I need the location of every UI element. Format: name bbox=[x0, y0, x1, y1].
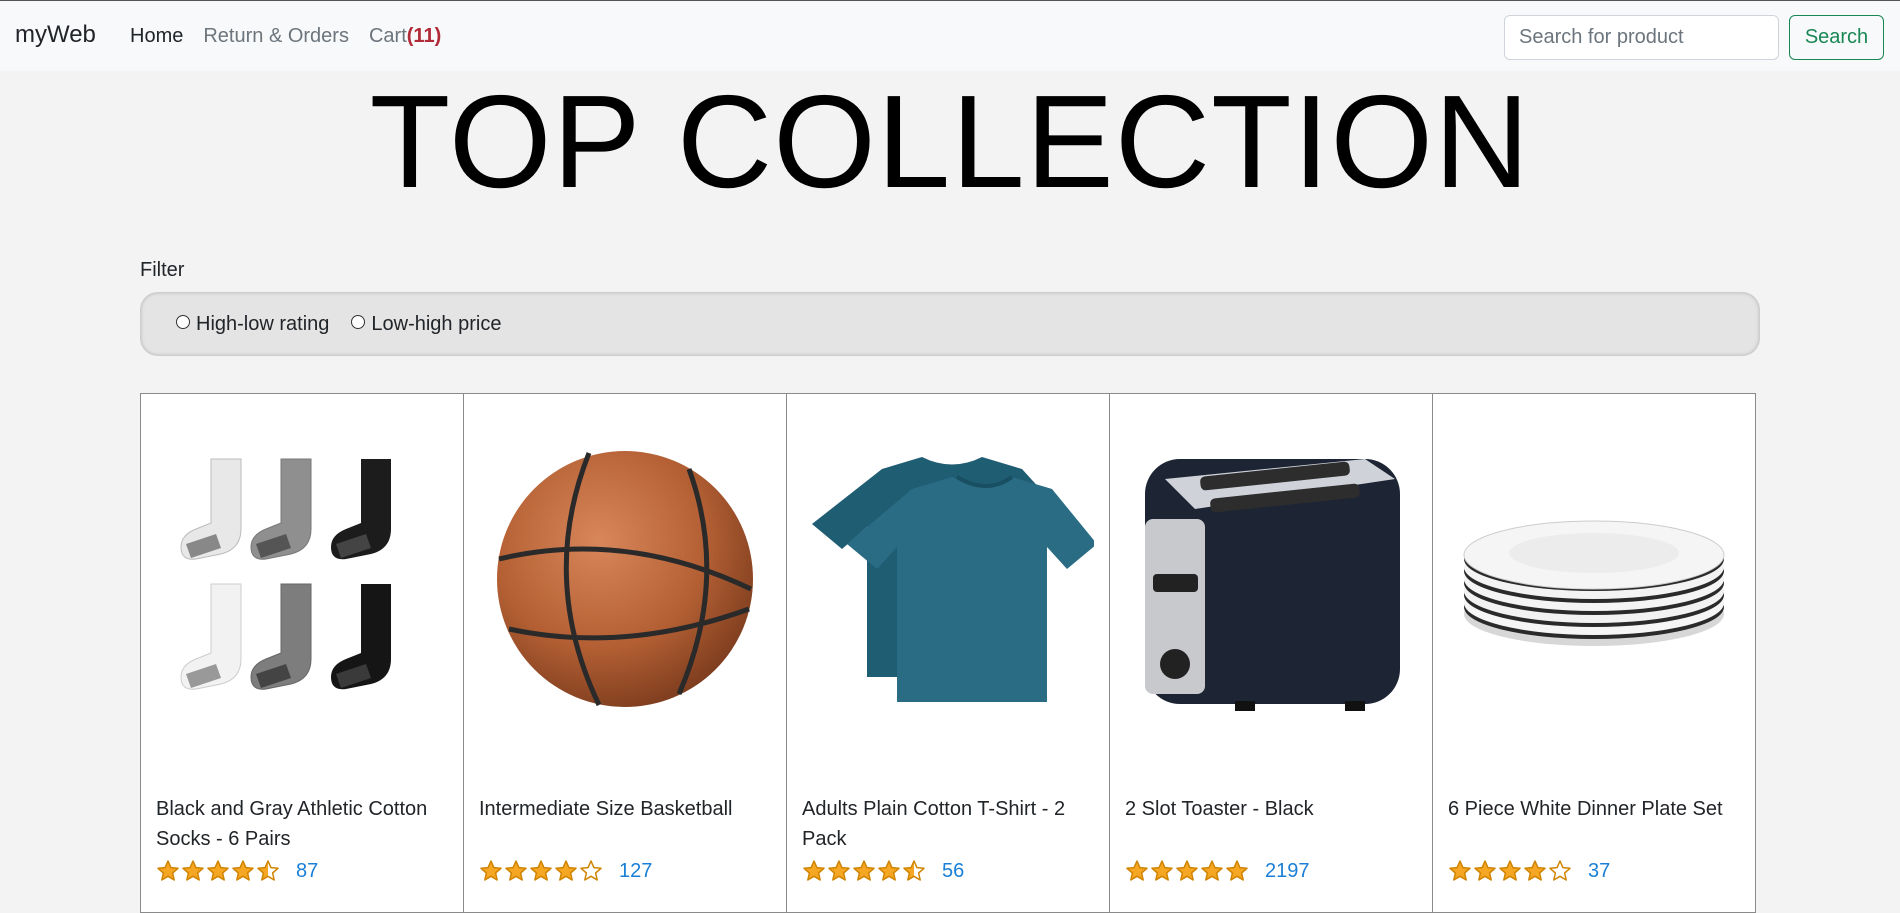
product-rating: 2197 bbox=[1125, 859, 1310, 883]
plates-image bbox=[1463, 520, 1725, 646]
page-title: TOP COLLECTION bbox=[369, 68, 1531, 215]
rating-stars bbox=[156, 859, 280, 883]
star-full-icon bbox=[232, 860, 254, 881]
product-image-plates[interactable] bbox=[1448, 439, 1740, 714]
star-empty-icon bbox=[1549, 860, 1571, 881]
toaster-image bbox=[1145, 459, 1400, 711]
product-title[interactable]: 2 Slot Toaster - Black bbox=[1125, 794, 1420, 824]
star-half-icon bbox=[903, 860, 925, 881]
cart-count-badge: (11) bbox=[406, 25, 442, 47]
rating-stars bbox=[1448, 859, 1572, 883]
star-full-icon bbox=[157, 860, 179, 881]
product-title[interactable]: Adults Plain Cotton T-Shirt - 2 Pack bbox=[802, 794, 1097, 854]
star-full-icon bbox=[1226, 860, 1248, 881]
star-full-icon bbox=[182, 860, 204, 881]
filter-option-high-low-rating[interactable]: High-low rating bbox=[176, 313, 329, 336]
product-image-socks[interactable] bbox=[156, 439, 448, 714]
product-rating: 127 bbox=[479, 859, 652, 883]
filter-bar: High-low rating Low-high price bbox=[140, 292, 1760, 356]
product-title[interactable]: 6 Piece White Dinner Plate Set bbox=[1448, 794, 1743, 824]
star-full-icon bbox=[555, 860, 577, 881]
tshirt-image bbox=[812, 457, 1094, 702]
star-full-icon bbox=[878, 860, 900, 881]
radio-button[interactable] bbox=[176, 315, 190, 329]
filter-label: Filter bbox=[140, 259, 185, 281]
product-grid: Black and Gray Athletic Cotton Socks - 6… bbox=[140, 393, 1760, 913]
star-full-icon bbox=[803, 860, 825, 881]
star-full-icon bbox=[1151, 860, 1173, 881]
rating-stars bbox=[1125, 859, 1249, 883]
product-rating: 37 bbox=[1448, 859, 1610, 883]
review-count-link[interactable]: 37 bbox=[1588, 860, 1610, 883]
product-image-basketball[interactable] bbox=[479, 439, 771, 714]
star-full-icon bbox=[828, 860, 850, 881]
star-full-icon bbox=[480, 860, 502, 881]
star-full-icon bbox=[1201, 860, 1223, 881]
nav-link-home[interactable]: Home bbox=[130, 25, 183, 48]
product-image-toaster[interactable] bbox=[1125, 439, 1417, 714]
product-rating: 56 bbox=[802, 859, 964, 883]
star-full-icon bbox=[1449, 860, 1471, 881]
product-card[interactable]: 2 Slot Toaster - Black 2197 bbox=[1109, 393, 1433, 913]
product-card[interactable]: Intermediate Size Basketball 127 bbox=[463, 393, 787, 913]
star-full-icon bbox=[207, 860, 229, 881]
filter-option-low-high-price[interactable]: Low-high price bbox=[351, 313, 501, 336]
socks-image bbox=[180, 458, 391, 690]
product-title[interactable]: Intermediate Size Basketball bbox=[479, 794, 774, 824]
filter-option-label: Low-high price bbox=[371, 312, 502, 335]
star-full-icon bbox=[1499, 860, 1521, 881]
star-full-icon bbox=[1474, 860, 1496, 881]
product-image-tshirt[interactable] bbox=[802, 439, 1094, 714]
review-count-link[interactable]: 87 bbox=[296, 860, 318, 883]
product-card[interactable]: Black and Gray Athletic Cotton Socks - 6… bbox=[140, 393, 464, 913]
star-full-icon bbox=[1524, 860, 1546, 881]
product-card[interactable]: 6 Piece White Dinner Plate Set 37 bbox=[1432, 393, 1756, 913]
radio-button[interactable] bbox=[351, 315, 366, 329]
nav-link-cart[interactable]: Cart(11) bbox=[369, 25, 441, 48]
star-full-icon bbox=[1176, 860, 1198, 881]
star-half-icon bbox=[257, 860, 279, 881]
product-rating: 87 bbox=[156, 859, 318, 883]
review-count-link[interactable]: 2197 bbox=[1265, 860, 1310, 883]
navbar: myWeb Home Return & Orders Cart(11) Sear… bbox=[0, 0, 1900, 71]
nav-links: Home Return & Orders Cart(11) bbox=[130, 25, 441, 48]
star-empty-icon bbox=[580, 860, 602, 881]
star-full-icon bbox=[853, 860, 875, 881]
star-full-icon bbox=[505, 860, 527, 881]
search-input[interactable] bbox=[1504, 15, 1779, 60]
star-full-icon bbox=[530, 860, 552, 881]
filter-option-label: High-low rating bbox=[196, 312, 330, 335]
nav-link-return-orders[interactable]: Return & Orders bbox=[203, 25, 349, 48]
search-button[interactable]: Search bbox=[1789, 15, 1884, 60]
brand-logo[interactable]: myWeb bbox=[15, 21, 96, 49]
rating-stars bbox=[479, 859, 603, 883]
nav-link-cart-label: Cart bbox=[368, 25, 407, 47]
review-count-link[interactable]: 127 bbox=[619, 860, 652, 883]
product-card[interactable]: Adults Plain Cotton T-Shirt - 2 Pack 56 bbox=[786, 393, 1110, 913]
product-title[interactable]: Black and Gray Athletic Cotton Socks - 6… bbox=[156, 794, 451, 854]
review-count-link[interactable]: 56 bbox=[942, 860, 964, 883]
rating-stars bbox=[802, 859, 926, 883]
basketball-image bbox=[497, 451, 753, 707]
star-full-icon bbox=[1126, 860, 1148, 881]
